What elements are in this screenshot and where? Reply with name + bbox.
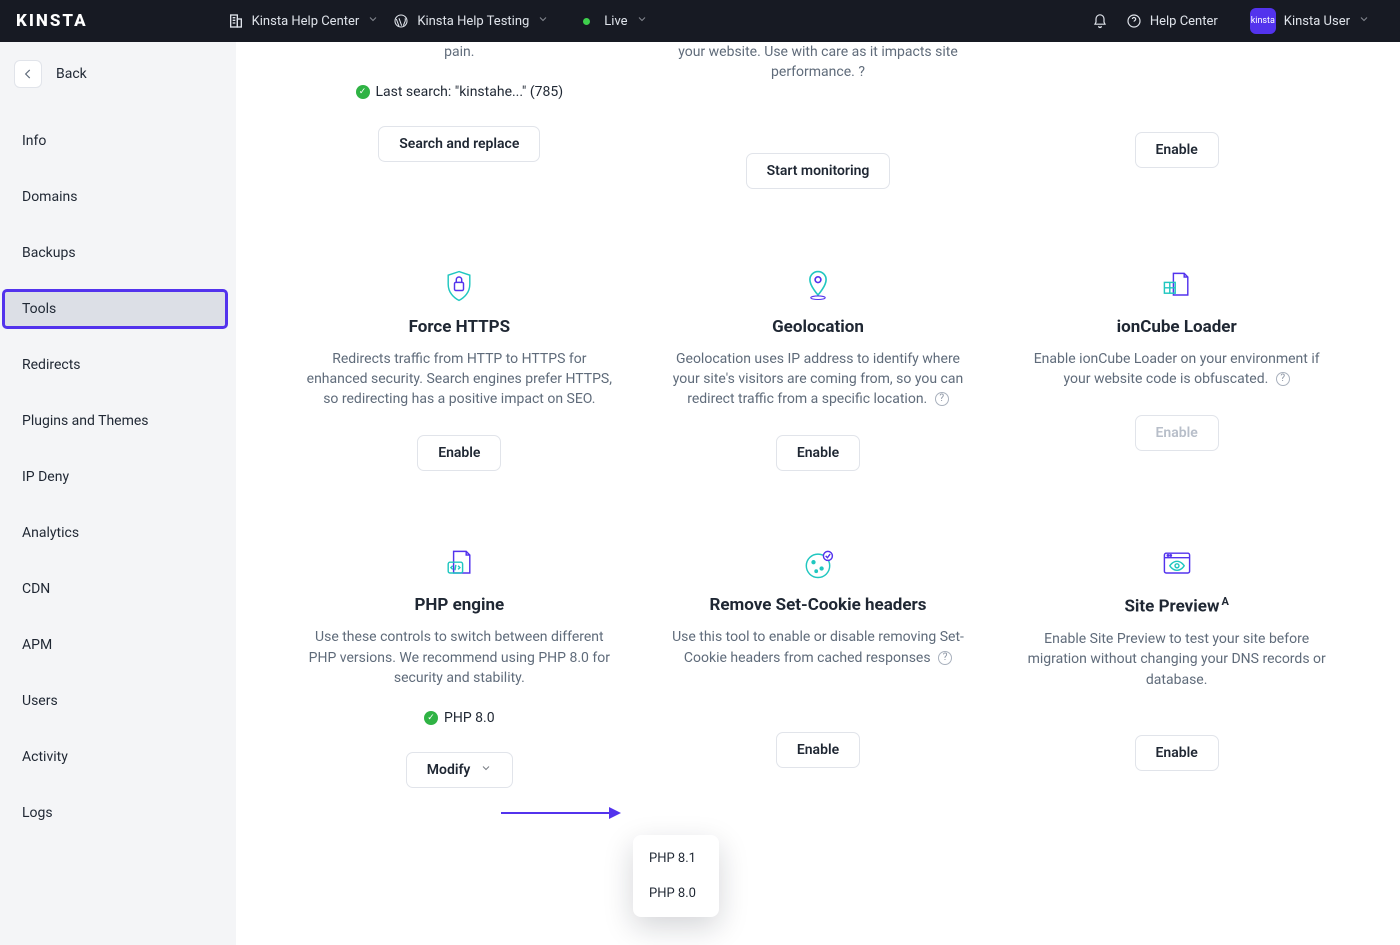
- bell-icon[interactable]: [1092, 13, 1108, 29]
- search-and-replace-button[interactable]: Search and replace: [378, 126, 540, 162]
- card-geolocation: Geolocation Geolocation uses IP address …: [639, 233, 998, 482]
- card-desc: Use these controls to switch between dif…: [306, 627, 613, 688]
- enable-button[interactable]: Enable: [776, 732, 860, 768]
- help-center-link[interactable]: Help Center: [1126, 13, 1218, 29]
- card-desc: Enable ionCube Loader on your environmen…: [1023, 349, 1330, 390]
- start-monitoring-button[interactable]: Start monitoring: [746, 153, 891, 189]
- sidebar: Back Info Domains Backups Tools Redirect…: [0, 42, 236, 945]
- info-icon[interactable]: ?: [938, 651, 952, 665]
- card-title: Geolocation: [772, 317, 864, 337]
- back-button[interactable]: [14, 60, 42, 88]
- enable-button[interactable]: Enable: [776, 435, 860, 471]
- kinsta-logo: KINSTA: [16, 11, 88, 31]
- chevron-down-icon: [1358, 13, 1370, 29]
- enable-button[interactable]: Enable: [1135, 735, 1219, 771]
- user-menu[interactable]: kinsta Kinsta User: [1250, 8, 1370, 34]
- check-icon: ✓: [424, 711, 438, 725]
- help-center-label: Help Center: [1150, 14, 1218, 29]
- php-version-dropdown: PHP 8.1 PHP 8.0: [633, 835, 719, 917]
- card-title: Remove Set-Cookie headers: [709, 595, 926, 615]
- live-status-dot: [583, 18, 590, 25]
- check-icon: ✓: [356, 85, 370, 99]
- info-icon[interactable]: ?: [1276, 372, 1290, 386]
- site-switcher[interactable]: Kinsta Help Testing: [393, 13, 549, 29]
- wordpress-icon: [393, 13, 409, 29]
- card-desc-fragment: your website. Use with care as it impact…: [678, 42, 958, 83]
- annotation-arrow: [501, 807, 621, 819]
- cookie-icon: [799, 545, 837, 583]
- card-desc: Use this tool to enable or disable remov…: [665, 627, 972, 668]
- enable-button: Enable: [1135, 415, 1219, 451]
- card-partial: Enable: [997, 42, 1356, 203]
- sidebar-item-info[interactable]: Info: [14, 122, 222, 160]
- dropdown-option-php-8-1[interactable]: PHP 8.1: [639, 841, 713, 876]
- sidebar-item-tools[interactable]: Tools: [3, 290, 227, 328]
- status-text: Last search: "kinstahe..." (785): [376, 84, 564, 100]
- info-icon[interactable]: ?: [935, 392, 949, 406]
- sidebar-item-ip-deny[interactable]: IP Deny: [14, 458, 222, 496]
- sidebar-nav: Info Domains Backups Tools Redirects Plu…: [14, 122, 222, 832]
- card-ioncube: ionCube Loader Enable ionCube Loader on …: [997, 233, 1356, 482]
- enable-button[interactable]: Enable: [1135, 132, 1219, 168]
- environment-switcher[interactable]: Live: [583, 13, 647, 29]
- dropdown-option-php-8-0[interactable]: PHP 8.0: [639, 876, 713, 911]
- avatar: kinsta: [1250, 8, 1276, 34]
- cube-file-icon: [1158, 267, 1196, 305]
- preview-eye-icon: [1158, 545, 1196, 583]
- status-badge: ✓ PHP 8.0: [424, 710, 495, 726]
- environment-label: Live: [604, 14, 627, 29]
- sidebar-item-cdn[interactable]: CDN: [14, 570, 222, 608]
- user-name: Kinsta User: [1284, 14, 1350, 29]
- main-content: pain. ✓ Last search: "kinstahe..." (785)…: [236, 42, 1400, 945]
- tools-row-3: PHP engine Use these controls to switch …: [236, 511, 1400, 798]
- status-badge: ✓ Last search: "kinstahe..." (785): [356, 84, 564, 100]
- site-name: Kinsta Help Testing: [417, 14, 529, 29]
- card-monitoring-partial: your website. Use with care as it impact…: [639, 42, 998, 203]
- tools-row-2: Force HTTPS Redirects traffic from HTTP …: [236, 233, 1400, 482]
- topbar: KINSTA Kinsta Help Center Kinsta Help Te…: [0, 0, 1400, 42]
- badge-sup: A: [1221, 595, 1228, 608]
- sidebar-item-redirects[interactable]: Redirects: [14, 346, 222, 384]
- status-text: PHP 8.0: [444, 710, 495, 726]
- enable-button[interactable]: Enable: [417, 435, 501, 471]
- sidebar-item-apm[interactable]: APM: [14, 626, 222, 664]
- sidebar-item-backups[interactable]: Backups: [14, 234, 222, 272]
- card-php-engine: PHP engine Use these controls to switch …: [280, 511, 639, 798]
- card-title: Site PreviewA: [1124, 595, 1228, 617]
- chevron-down-icon: [367, 13, 379, 29]
- card-set-cookie: Remove Set-Cookie headers Use this tool …: [639, 511, 998, 798]
- card-desc: Enable Site Preview to test your site be…: [1023, 629, 1330, 690]
- card-title: PHP engine: [414, 595, 504, 615]
- sidebar-item-plugins-themes[interactable]: Plugins and Themes: [14, 402, 222, 440]
- card-search-replace-partial: pain. ✓ Last search: "kinstahe..." (785)…: [280, 42, 639, 203]
- card-title: Force HTTPS: [409, 317, 510, 337]
- shield-lock-icon: [440, 267, 478, 305]
- card-desc-fragment: pain.: [444, 42, 474, 62]
- help-icon: [1126, 13, 1142, 29]
- sidebar-item-logs[interactable]: Logs: [14, 794, 222, 832]
- sidebar-item-domains[interactable]: Domains: [14, 178, 222, 216]
- card-site-preview: Site PreviewA Enable Site Preview to tes…: [997, 511, 1356, 798]
- tools-row-truncated: pain. ✓ Last search: "kinstahe..." (785)…: [236, 42, 1400, 203]
- sidebar-item-users[interactable]: Users: [14, 682, 222, 720]
- workspace-switcher[interactable]: Kinsta Help Center: [228, 13, 380, 29]
- info-icon[interactable]: ?: [858, 64, 865, 80]
- chevron-down-icon: [636, 13, 648, 29]
- card-force-https: Force HTTPS Redirects traffic from HTTP …: [280, 233, 639, 482]
- card-title: ionCube Loader: [1117, 317, 1237, 337]
- map-pin-icon: [799, 267, 837, 305]
- chevron-down-icon: [537, 13, 549, 29]
- chevron-down-icon: [480, 762, 492, 778]
- sidebar-item-activity[interactable]: Activity: [14, 738, 222, 776]
- back-label: Back: [56, 66, 87, 82]
- modify-button[interactable]: Modify: [406, 752, 513, 788]
- workspace-name: Kinsta Help Center: [252, 14, 360, 29]
- code-file-icon: [440, 545, 478, 583]
- card-desc: Redirects traffic from HTTP to HTTPS for…: [306, 349, 613, 410]
- card-desc: Geolocation uses IP address to identify …: [665, 349, 972, 410]
- sidebar-item-analytics[interactable]: Analytics: [14, 514, 222, 552]
- building-icon: [228, 13, 244, 29]
